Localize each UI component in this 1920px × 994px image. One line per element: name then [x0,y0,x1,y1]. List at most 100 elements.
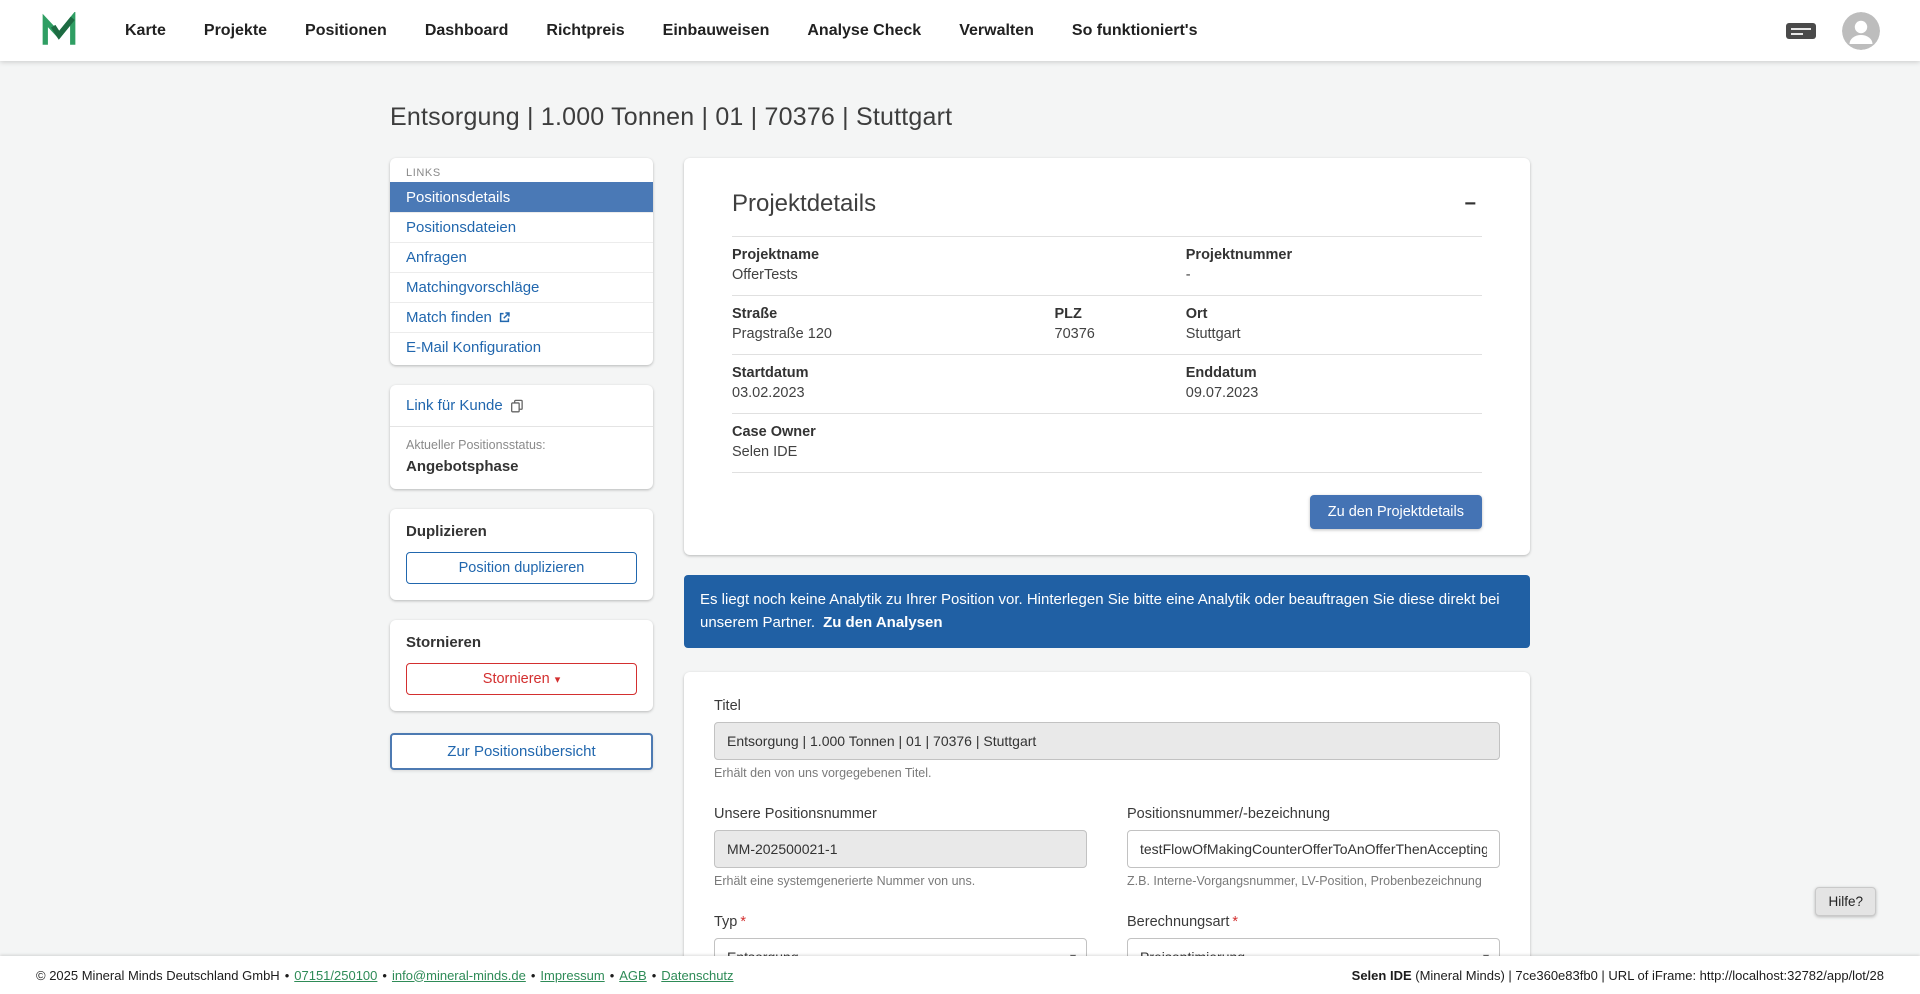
links-header: LINKS [406,167,441,179]
plz-label: PLZ [1054,306,1082,322]
nav-item-projekte[interactable]: Projekte [185,0,286,61]
customer-link-label: Link für Kunde [406,397,503,414]
enddatum-value: 09.07.2023 [1185,385,1259,401]
sidebar-item-label: Anfragen [406,249,467,266]
user-avatar[interactable] [1842,11,1880,50]
nav-item-positionen[interactable]: Positionen [286,0,406,61]
nav-item-verwalten[interactable]: Verwalten [940,0,1053,61]
position-overview-button[interactable]: Zur Positionsübersicht [390,733,653,770]
required-marker: * [1232,913,1239,930]
page-title: Entsorgung | 1.000 Tonnen | 01 | 70376 |… [390,103,953,131]
session-info: Selen IDE (Mineral Minds) | 7ce360e83fb0… [1352,968,1884,983]
sidebar-item-anfragen[interactable]: Anfragen [390,242,653,272]
position-form-card: Titel Erhält den von uns vorgegebenen Ti… [684,671,1530,994]
session-details: (Mineral Minds) | 7ce360e83fb0 | URL of … [1411,967,1884,983]
startdatum-label: Startdatum [732,365,809,381]
main-content: Projektdetails − Projektname OfferTests … [684,158,1530,994]
impressum-link[interactable]: Impressum [540,968,604,983]
typ-label: Typ * [714,913,747,930]
positionsnummer-label: Unsere Positionsnummer [714,805,877,822]
sidebar-item-match-finden[interactable]: Match finden [390,302,653,332]
nav-item-karte[interactable]: Karte [106,0,185,61]
project-details-heading: Projektdetails [732,190,877,217]
separator: • [609,967,615,983]
sidebar-item-label: Positionsdetails [406,189,511,206]
strasse-value: Pragstraße 120 [732,326,832,342]
navbar: Karte Projekte Positionen Dashboard Rich… [0,0,1920,61]
sidebar: LINKS Positionsdetails Positionsdateien … [390,158,653,770]
nav-item-dashboard[interactable]: Dashboard [406,0,528,61]
duplicate-position-button[interactable]: Position duplizieren [406,552,637,584]
links-card: LINKS Positionsdetails Positionsdateien … [390,158,653,365]
duplicate-card: Duplizieren Position duplizieren [390,509,653,600]
projektnummer-value: - [1185,267,1191,283]
keyboard-icon[interactable] [1784,19,1818,43]
footer: © 2025 Mineral Minds Deutschland GmbH • … [0,956,1920,994]
separator: • [530,967,536,983]
banner-text: Es liegt noch keine Analytik zu Ihrer Po… [700,591,1500,632]
sidebar-item-label: Positionsdateien [406,219,517,236]
projektnummer-label: Projektnummer [1185,247,1293,263]
project-details-button[interactable]: Zu den Projektdetails [1309,495,1482,529]
ort-value: Stuttgart [1185,326,1241,342]
copy-icon [510,399,524,413]
case-owner-value: Selen IDE [732,444,798,460]
copyright-text: © 2025 Mineral Minds Deutschland GmbH [36,967,280,983]
session-user: Selen IDE [1351,967,1412,983]
case-owner-label: Case Owner [732,424,816,440]
page-content: Entsorgung | 1.000 Tonnen | 01 | 70376 |… [390,61,1530,994]
project-row-owner: Case Owner Selen IDE [732,413,1482,473]
nav-item-analyse-check[interactable]: Analyse Check [788,0,940,61]
projektname-value: OfferTests [732,267,798,283]
cancel-position-button[interactable]: Stornieren ▾ [406,663,637,695]
customer-link[interactable]: Link für Kunde [390,385,653,426]
strasse-label: Straße [732,306,778,322]
titel-helper: Erhält den von uns vorgegebenen Titel. [714,765,932,780]
project-row-dates: Startdatum 03.02.2023 Enddatum 09.07.202… [732,354,1482,413]
positionsnummer-input [714,829,1087,868]
sidebar-item-matchingvorschlaege[interactable]: Matchingvorschläge [390,272,653,302]
separator: • [382,967,387,983]
cancel-header: Stornieren [406,634,482,651]
projektname-label: Projektname [732,247,820,263]
startdatum-value: 03.02.2023 [732,385,805,401]
position-status-label: Aktueller Positionsstatus: [406,438,546,452]
sidebar-item-positionsdetails[interactable]: Positionsdetails [390,182,653,212]
agb-link[interactable]: AGB [619,968,646,983]
separator: • [651,967,657,983]
collapse-icon[interactable]: − [1458,190,1482,218]
plz-value: 70376 [1054,326,1095,342]
bezeichnung-helper: Z.B. Interne-Vorgangsnummer, LV-Position… [1127,873,1482,888]
nav-item-einbauweisen[interactable]: Einbauweisen [644,0,789,61]
titel-label: Titel [714,697,741,714]
sidebar-item-email-konfiguration[interactable]: E-Mail Konfiguration [390,332,653,362]
bezeichnung-label: Positionsnummer/-bezeichnung [1127,805,1331,822]
project-details-card: Projektdetails − Projektname OfferTests … [684,158,1530,555]
nav-item-so-funktionierts[interactable]: So funktioniert's [1053,0,1217,61]
chevron-down-icon: ▾ [554,674,561,686]
project-row-address: Straße Pragstraße 120 PLZ 70376 Ort Stut… [732,295,1482,354]
nav-item-richtpreis[interactable]: Richtpreis [527,0,643,61]
berechnungsart-label: Berechnungsart * [1127,913,1239,930]
duplicate-header: Duplizieren [406,523,487,540]
cancel-button-label: Stornieren [482,671,550,687]
enddatum-label: Enddatum [1185,365,1257,381]
positionsnummer-helper: Erhält eine systemgenerierte Nummer von … [714,873,976,888]
sidebar-item-label: Matchingvorschläge [406,279,540,296]
main-nav: Karte Projekte Positionen Dashboard Rich… [106,0,1217,61]
analytics-link[interactable]: Zu den Analysen [823,614,942,631]
email-link[interactable]: info@mineral-minds.de [392,968,526,983]
sidebar-item-label: Match finden [406,309,492,326]
analytics-info-banner: Es liegt noch keine Analytik zu Ihrer Po… [684,575,1530,648]
position-status-value: Angebotsphase [406,458,519,475]
separator: • [284,967,290,983]
mineral-minds-logo-icon [40,11,78,50]
bezeichnung-input[interactable] [1127,829,1500,868]
datenschutz-link[interactable]: Datenschutz [661,968,733,983]
brand-logo[interactable] [40,11,78,50]
sidebar-item-label: E-Mail Konfiguration [406,339,542,356]
phone-link[interactable]: 07151/250100 [294,968,377,983]
sidebar-item-positionsdateien[interactable]: Positionsdateien [390,212,653,242]
titel-input [714,721,1500,760]
help-button[interactable]: Hilfe? [1815,887,1876,916]
